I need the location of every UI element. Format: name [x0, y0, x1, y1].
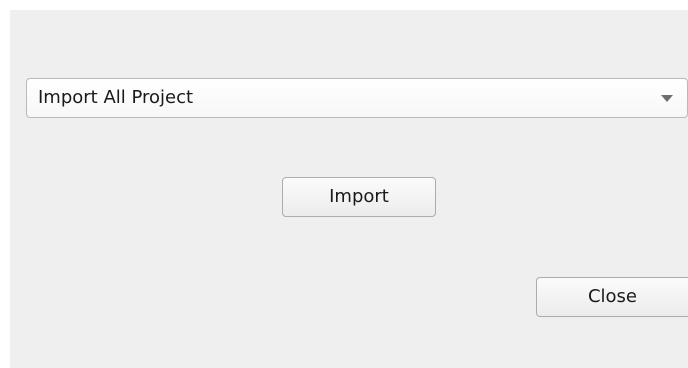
import-mode-select[interactable]: Import All Project — [26, 78, 688, 118]
import-dialog: Import All Project Import Close — [10, 10, 688, 368]
close-button[interactable]: Close — [536, 277, 688, 317]
chevron-down-icon[interactable] — [661, 95, 673, 102]
import-button[interactable]: Import — [282, 177, 436, 217]
import-mode-selected-value: Import All Project — [38, 87, 194, 108]
